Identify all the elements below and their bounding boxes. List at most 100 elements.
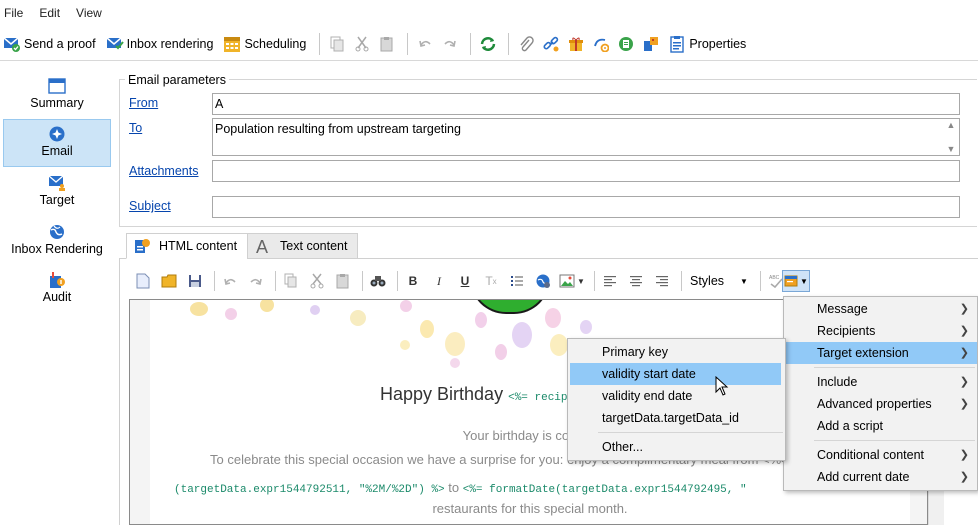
submenu-item-primary-key[interactable]: Primary key [568, 341, 785, 363]
menu-item-recipients[interactable]: Recipients ❯ [784, 320, 977, 342]
gift-icon[interactable] [565, 33, 587, 55]
italic-icon[interactable]: I [428, 270, 450, 292]
code-to-text: to [444, 480, 463, 495]
send-proof-button[interactable]: Send a proof [0, 32, 99, 56]
tab-html-content[interactable]: HTML content [126, 233, 249, 259]
subject-link[interactable]: Subject [129, 199, 171, 213]
align-right-icon[interactable] [651, 270, 673, 292]
target-extension-submenu: Primary key validity start date validity… [567, 338, 786, 461]
tab-text-content[interactable]: A Text content [247, 233, 359, 259]
menu-item-include[interactable]: Include ❯ [784, 371, 977, 393]
subject-field[interactable] [212, 196, 960, 218]
menu-item-add-current-date[interactable]: Add current date ❯ [784, 466, 977, 488]
inbox-rendering-icon [106, 35, 124, 53]
new-document-icon[interactable] [132, 270, 154, 292]
scroll-up-icon[interactable]: ▲ [947, 120, 956, 130]
personalization-icon [784, 275, 798, 287]
nav-item-audit[interactable]: Audit [3, 266, 111, 314]
toolbar-separator [407, 33, 409, 55]
nav-item-email[interactable]: Email [3, 119, 111, 167]
toolbar-separator [397, 271, 398, 291]
align-center-icon[interactable] [625, 270, 647, 292]
confetti-dot [550, 334, 568, 356]
to-field-scrollbar[interactable]: ▲ ▼ [944, 120, 958, 154]
menu-file[interactable]: File [2, 6, 31, 20]
menu-item-message[interactable]: Message ❯ [784, 298, 977, 320]
styles-dropdown[interactable]: Styles ▼ [686, 270, 752, 292]
redo-icon[interactable] [439, 33, 461, 55]
scheduling-label: Scheduling [244, 37, 307, 51]
scroll-down-icon[interactable]: ▼ [947, 144, 956, 154]
link-settings-icon[interactable] [590, 33, 612, 55]
undo-icon[interactable] [219, 270, 241, 292]
nav-item-target[interactable]: Target [3, 169, 111, 217]
nav-item-label: Email [41, 144, 73, 158]
personalization-icon[interactable] [640, 33, 662, 55]
editor-toolbar: B I U Tx ▼ Styles ▼ ABC [132, 267, 812, 295]
content-tabs: HTML content A Text content [126, 233, 359, 259]
confetti-dot [580, 320, 592, 334]
menu-view[interactable]: View [74, 6, 110, 20]
submenu-item-validity-start-date[interactable]: validity start date [570, 363, 781, 385]
confetti-dot [475, 312, 487, 328]
properties-button[interactable]: Properties [665, 32, 749, 56]
copy-icon[interactable] [280, 270, 302, 292]
menu-item-conditional-content[interactable]: Conditional content ❯ [784, 444, 977, 466]
insert-link-icon[interactable] [532, 270, 554, 292]
attachment-icon[interactable] [515, 33, 537, 55]
copy-icon[interactable] [326, 33, 348, 55]
nav-item-label: Target [39, 193, 75, 207]
menu-bar: File Edit View [0, 0, 978, 26]
cut-icon[interactable] [306, 270, 328, 292]
code-expression-start: (targetData.expr1544792511, "%2M/%2D") %… [174, 484, 445, 496]
confetti-dot [420, 320, 434, 338]
menu-edit[interactable]: Edit [37, 6, 68, 20]
email-heading-code: <%= recip [508, 392, 568, 404]
toolbar-separator [470, 33, 472, 55]
menu-item-advanced-properties[interactable]: Advanced properties ❯ [784, 393, 977, 415]
paste-icon[interactable] [376, 33, 398, 55]
bullet-list-icon[interactable] [506, 270, 528, 292]
bold-icon[interactable]: B [402, 270, 424, 292]
scheduling-button[interactable]: Scheduling [220, 32, 309, 56]
from-field[interactable]: A [212, 93, 960, 115]
chevron-right-icon: ❯ [959, 325, 969, 337]
undo-icon[interactable] [414, 33, 436, 55]
submenu-item-targetdata-id[interactable]: targetData.targetData_id [568, 407, 785, 429]
menu-item-add-script[interactable]: Add a script [784, 415, 977, 437]
email-code-line: (targetData.expr1544792511, "%2M/%2D") %… [174, 480, 747, 496]
attachments-field[interactable] [212, 160, 960, 182]
confetti-dot [350, 310, 366, 326]
underline-icon[interactable]: U [454, 270, 476, 292]
find-icon[interactable] [367, 270, 389, 292]
link-icon[interactable] [540, 33, 562, 55]
nav-item-label: Inbox Rendering [11, 242, 103, 256]
clear-format-icon[interactable]: Tx [480, 270, 502, 292]
email-parameters-title: Email parameters [125, 73, 229, 87]
nav-item-summary[interactable]: Summary [3, 72, 111, 120]
attachments-link[interactable]: Attachments [129, 164, 198, 178]
to-field[interactable]: Population resulting from upstream targe… [212, 118, 960, 156]
paste-icon[interactable] [332, 270, 354, 292]
align-left-icon[interactable] [599, 270, 621, 292]
email-heading-text: Happy Birthday [380, 384, 504, 404]
from-link[interactable]: From [129, 96, 158, 110]
chevron-right-icon: ❯ [959, 347, 969, 359]
cut-icon[interactable] [351, 33, 373, 55]
submenu-item-other[interactable]: Other... [568, 436, 785, 458]
properties-label: Properties [689, 37, 747, 51]
toolbar-separator [759, 271, 761, 291]
nav-item-inbox-rendering[interactable]: Inbox Rendering [3, 218, 111, 266]
refresh-icon[interactable] [477, 33, 499, 55]
redo-icon[interactable] [245, 270, 267, 292]
save-icon[interactable] [184, 270, 206, 292]
insert-image-icon[interactable]: ▼ [558, 270, 586, 292]
inbox-rendering-button[interactable]: Inbox rendering [103, 32, 217, 56]
open-folder-icon[interactable] [158, 270, 180, 292]
menu-item-target-extension[interactable]: Target extension ❯ [784, 342, 977, 364]
to-link[interactable]: To [129, 121, 142, 135]
personalization-button[interactable]: ▼ [782, 270, 810, 292]
offer-icon[interactable] [615, 33, 637, 55]
submenu-item-validity-end-date[interactable]: validity end date [568, 385, 785, 407]
toolbar-separator [681, 271, 682, 291]
